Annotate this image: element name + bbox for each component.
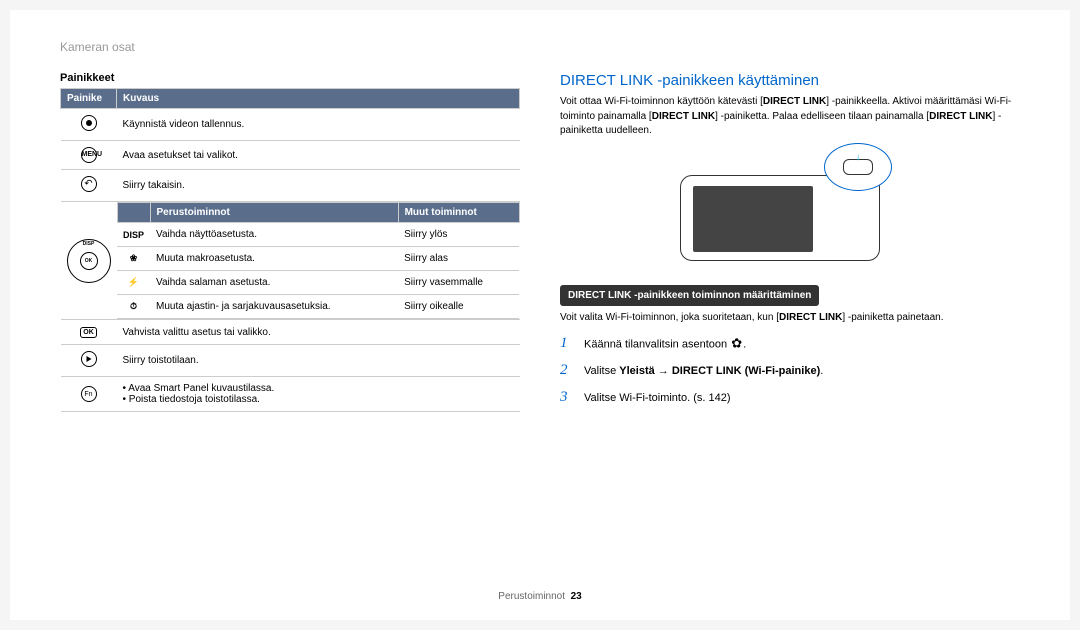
desc-back: Siirry takaisin. [117,170,520,202]
table-row: Fn Avaa Smart Panel kuvaustilassa. Poist… [61,377,520,412]
th-button: Painike [61,89,117,109]
breadcrumb: Kameran osat [60,40,1020,54]
fn-list: Avaa Smart Panel kuvaustilassa. Poista t… [123,383,514,405]
desc-play: Siirry toistotilaan. [117,345,520,377]
fn-item-2: Poista tiedostoja toistotilassa. [123,394,514,405]
fn-icon: Fn [81,386,97,402]
timer-icon: ⏱ [117,295,150,319]
disp-basic: Vaihda näyttöasetusta. [150,223,398,247]
table-row: DISP OK Perustoiminnot Muut toi [61,202,520,320]
desc-menu: Avaa asetukset tai valikot. [117,141,520,170]
footer-page-number: 23 [571,591,582,602]
step-number: 3 [560,389,574,406]
record-icon [81,115,97,131]
step-2-text: Valitse Yleistä → DIRECT LINK (Wi-Fi-pai… [584,365,823,377]
ok-icon: OK [80,327,97,338]
arrow-down-icon: ↓ [856,152,861,163]
direct-link-button-graphic: ↓ [843,159,873,175]
direct-link-callout: ↓ [824,143,892,191]
back-icon [81,176,97,192]
intro-paragraph: Voit ottaa Wi-Fi-toiminnon käyttöön käte… [560,95,1020,139]
macro-basic: Muuta makroasetusta. [150,247,398,271]
th-desc: Kuvaus [117,89,520,109]
table-row: Käynnistä videon tallennus. [61,109,520,141]
camera-illustration: ↓ [660,149,920,269]
step-number: 2 [560,362,574,379]
disp-other: Siirry ylös [398,223,519,247]
buttons-table: Painike Kuvaus Käynnistä videon tallennu… [60,88,520,412]
footer-section: Perustoiminnot [498,591,565,602]
macro-icon: ❀ [117,247,150,271]
navpad-subtable: Perustoiminnot Muut toiminnot DISP Vaihd… [117,202,520,319]
table-row: OK Vahvista valittu asetus tai valikko. [61,320,520,345]
right-title: DIRECT LINK -painikkeen käyttäminen [560,72,1020,89]
navpad-top-label: DISP [83,241,95,247]
step-number: 1 [560,335,574,352]
instruction-paragraph: Voit valita Wi-Fi-toiminnon, joka suorit… [560,311,1020,326]
camera-screen [693,186,813,252]
step-3: 3 Valitse Wi-Fi-toiminto. (s. 142) [560,389,1020,406]
flash-icon: ⚡ [117,271,150,295]
timer-other: Siirry oikealle [398,295,519,319]
flash-basic: Vaihda salaman asetusta. [150,271,398,295]
macro-other: Siirry alas [398,247,519,271]
manual-page: Kameran osat Painikkeet Painike Kuvaus K… [10,10,1070,620]
table-row: Siirry takaisin. [61,170,520,202]
step-1-text: Käännä tilanvalitsin asentoon . [584,338,746,351]
page-footer: Perustoiminnot 23 [498,591,581,602]
step-2: 2 Valitse Yleistä → DIRECT LINK (Wi-Fi-p… [560,362,1020,379]
navpad-icon: DISP OK [67,239,111,283]
steps-list: 1 Käännä tilanvalitsin asentoon . 2 Vali… [560,335,1020,406]
step-3-text: Valitse Wi-Fi-toiminto. (s. 142) [584,392,731,404]
navpad-center-label: OK [85,258,93,264]
subsection-bar: DIRECT LINK -painikkeen toiminnon määrit… [560,285,819,306]
table-row: MENU Avaa asetukset tai valikot. [61,141,520,170]
subth-other: Muut toiminnot [398,203,519,223]
disp-icon: DISP [117,223,150,247]
left-column: Painikkeet Painike Kuvaus Käynnistä vide… [60,72,520,416]
gear-icon [730,338,743,351]
right-column: DIRECT LINK -painikkeen käyttäminen Voit… [560,72,1020,416]
content-columns: Painikkeet Painike Kuvaus Käynnistä vide… [60,72,1020,416]
play-icon [81,351,97,367]
timer-basic: Muuta ajastin- ja sarjakuvausasetuksia. [150,295,398,319]
table-row: Siirry toistotilaan. [61,345,520,377]
subth-basic: Perustoiminnot [150,203,398,223]
section-title-buttons: Painikkeet [60,72,520,84]
desc-record: Käynnistä videon tallennus. [117,109,520,141]
step-1: 1 Käännä tilanvalitsin asentoon . [560,335,1020,352]
fn-item-1: Avaa Smart Panel kuvaustilassa. [123,383,514,394]
flash-other: Siirry vasemmalle [398,271,519,295]
desc-ok: Vahvista valittu asetus tai valikko. [117,320,520,345]
menu-icon: MENU [81,147,97,163]
